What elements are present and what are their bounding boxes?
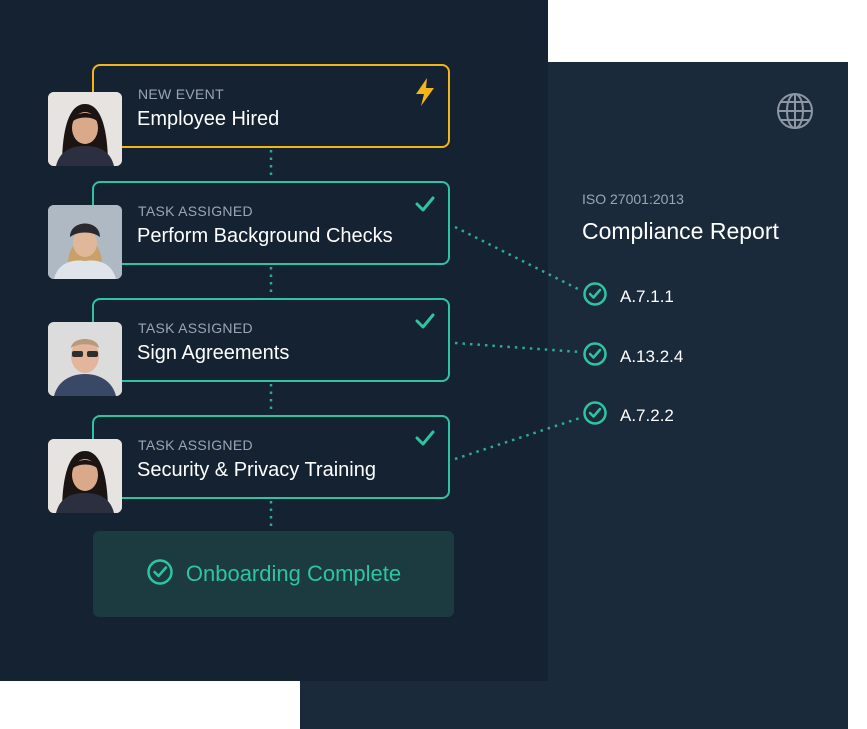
- compliance-report-title: Compliance Report: [582, 218, 779, 244]
- control-id: A.7.1.1: [620, 286, 674, 306]
- check-circle-icon: [582, 341, 608, 372]
- avatar: [48, 92, 122, 166]
- check-circle-icon: [582, 281, 608, 312]
- lightning-icon: [414, 78, 436, 111]
- step-title: Sign Agreements: [137, 342, 290, 364]
- check-circle-icon: [582, 400, 608, 431]
- step-label: TASK ASSIGNED: [138, 203, 253, 219]
- step-card-security-training[interactable]: TASK ASSIGNED Security & Privacy Trainin…: [92, 415, 450, 499]
- control-id: A.13.2.4: [620, 346, 684, 366]
- control-item[interactable]: A.7.2.2: [582, 400, 674, 431]
- step-title: Perform Background Checks: [137, 225, 393, 247]
- avatar: [48, 322, 122, 396]
- control-item[interactable]: A.13.2.4: [582, 341, 683, 372]
- step-card-sign-agreements[interactable]: TASK ASSIGNED Sign Agreements: [92, 298, 450, 382]
- step-card-background-checks[interactable]: TASK ASSIGNED Perform Background Checks: [92, 181, 450, 265]
- onboarding-complete-banner: Onboarding Complete: [93, 531, 454, 617]
- step-card-employee-hired[interactable]: NEW EVENT Employee Hired: [92, 64, 450, 148]
- onboarding-complete-label: Onboarding Complete: [185, 561, 402, 586]
- step-label: TASK ASSIGNED: [138, 320, 253, 336]
- step-title: Security & Privacy Training: [137, 459, 376, 481]
- step-label: NEW EVENT: [138, 86, 224, 102]
- control-item[interactable]: A.7.1.1: [582, 281, 674, 312]
- compliance-standard: ISO 27001:2013: [582, 191, 684, 207]
- control-id: A.7.2.2: [620, 405, 674, 425]
- check-icon: [414, 195, 436, 218]
- globe-icon[interactable]: [775, 91, 815, 136]
- avatar: [48, 439, 122, 513]
- check-circle-icon: [146, 558, 174, 591]
- step-label: TASK ASSIGNED: [138, 437, 253, 453]
- avatar: [48, 205, 122, 279]
- check-icon: [414, 429, 436, 452]
- check-icon: [414, 312, 436, 335]
- step-title: Employee Hired: [137, 108, 280, 130]
